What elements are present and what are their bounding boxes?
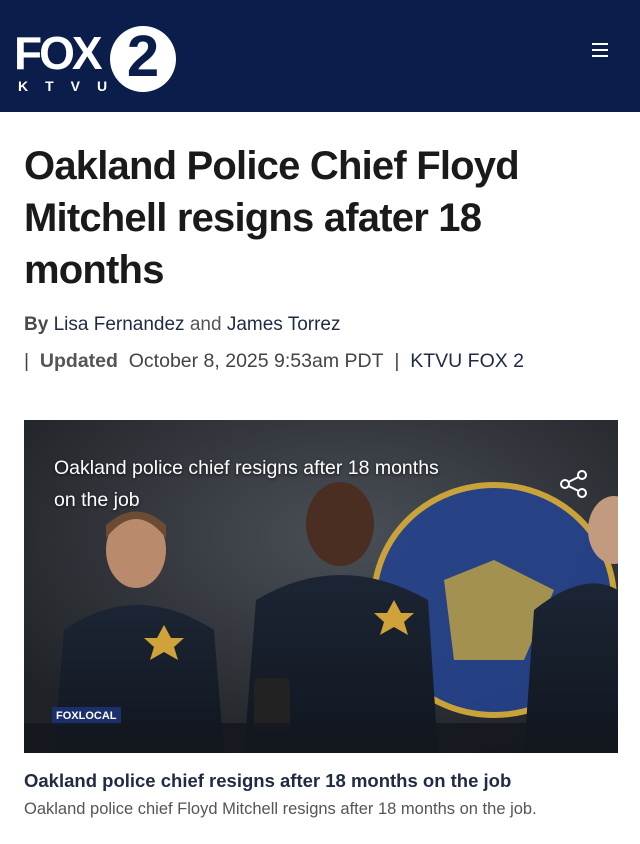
fox2-ktvu-logo[interactable]: FOX 2 KTVU <box>14 22 184 98</box>
divider: | <box>394 350 400 372</box>
video-player[interactable]: Oakland police chief resigns after 18 mo… <box>24 420 618 753</box>
article-header: Oakland Police Chief Floyd Mitchell resi… <box>24 132 620 296</box>
share-icon[interactable] <box>558 468 590 500</box>
video-caption-description: Oakland police chief Floyd Mitchell resi… <box>24 800 537 818</box>
video-overlay-title: Oakland police chief resigns after 18 mo… <box>54 457 439 511</box>
author-link-1[interactable]: Lisa Fernandez <box>54 314 185 335</box>
logo-call-sign: KTVU <box>18 78 125 94</box>
updated-timestamp: October 8, 2025 9:53am PDT <box>128 350 384 372</box>
video-lower-third-bar <box>24 723 618 753</box>
byline-by-label: By <box>24 314 49 335</box>
logo-fox-text: FOX <box>14 27 103 79</box>
byline-and-label: and <box>189 314 222 335</box>
updated-line: | Updated October 8, 2025 9:53am PDT | K… <box>24 350 524 373</box>
source-link[interactable]: KTVU FOX 2 <box>410 350 524 372</box>
hamburger-menu-icon[interactable] <box>586 36 614 64</box>
divider: | <box>24 350 30 372</box>
byline: By Lisa Fernandez and James Torrez <box>24 314 341 336</box>
video-caption-title[interactable]: Oakland police chief resigns after 18 mo… <box>24 770 511 792</box>
site-header: FOX 2 KTVU <box>0 0 640 112</box>
author-link-2[interactable]: James Torrez <box>227 314 341 335</box>
article-headline: Oakland Police Chief Floyd Mitchell resi… <box>24 144 520 292</box>
updated-label: Updated <box>39 350 118 372</box>
